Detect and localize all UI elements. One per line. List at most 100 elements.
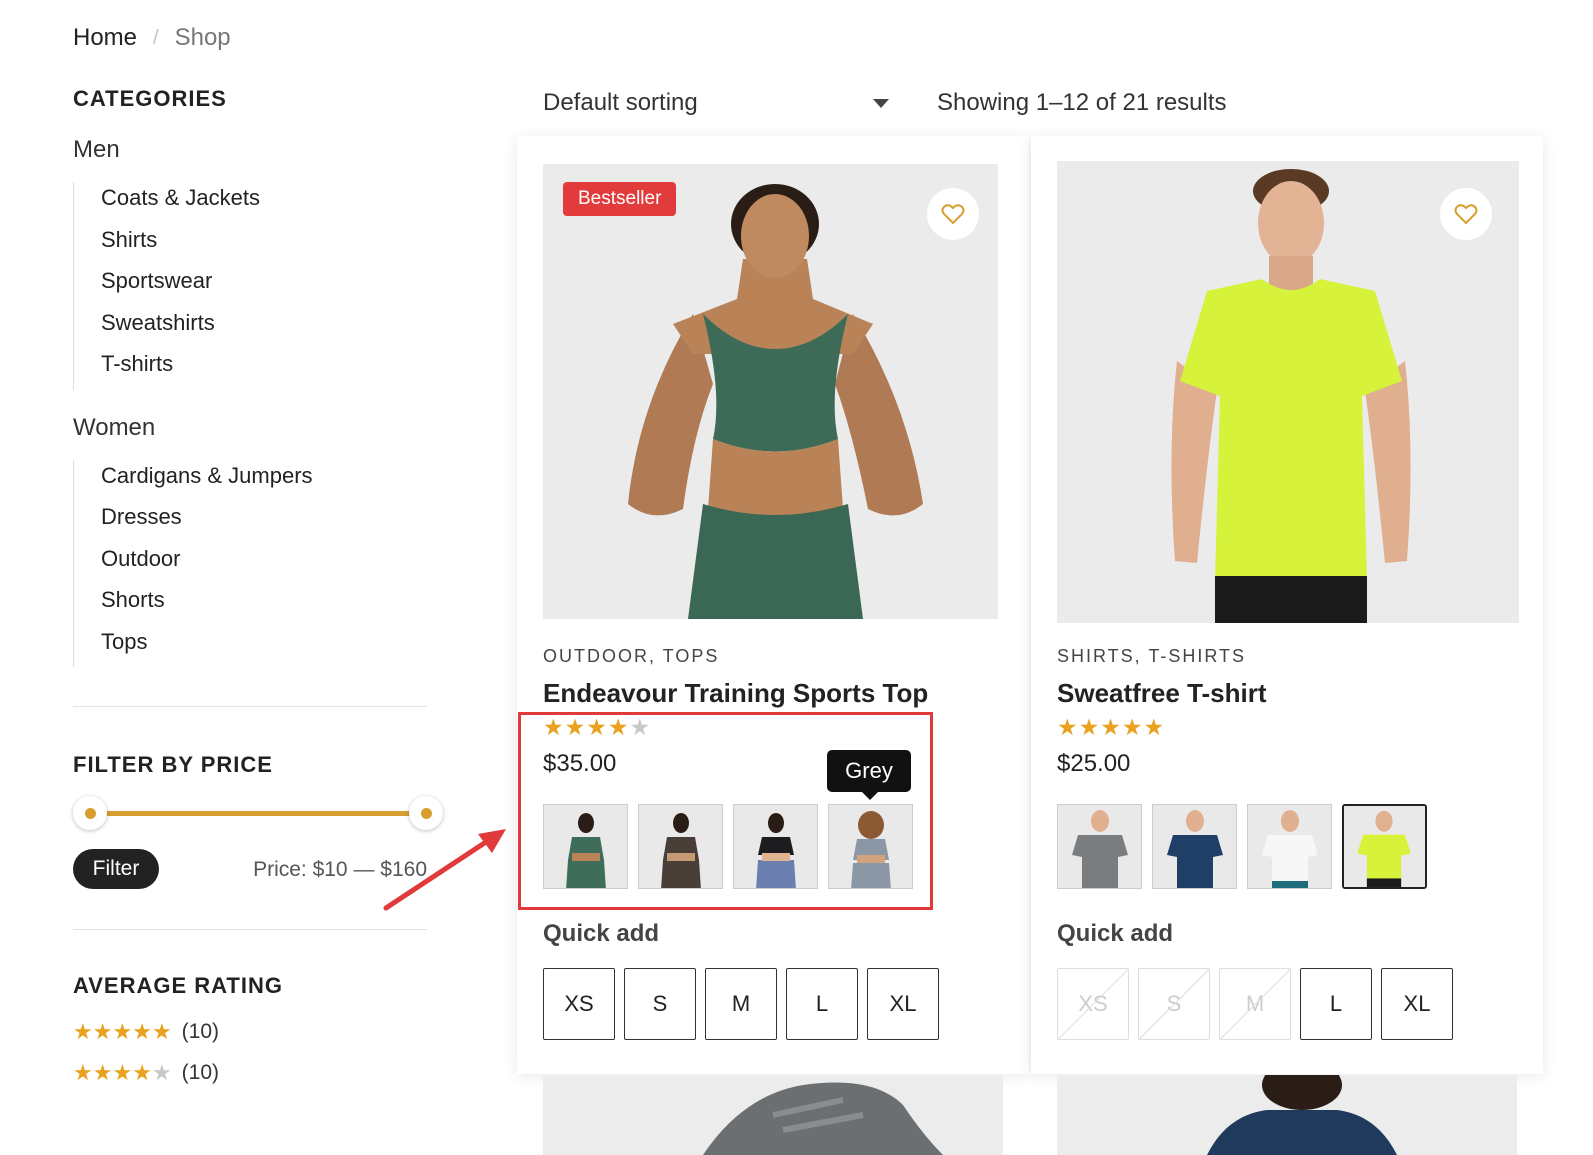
- category-t-shirts[interactable]: T-shirts: [101, 348, 433, 390]
- rating-count: (10): [181, 1060, 220, 1084]
- product-photo-sneaker: [543, 1075, 1003, 1155]
- size-m-button[interactable]: M: [705, 968, 777, 1040]
- category-women[interactable]: Women: [73, 414, 433, 442]
- price-min-handle[interactable]: [73, 796, 107, 830]
- product-image[interactable]: [543, 1075, 1003, 1155]
- swatch-tooltip: Grey: [827, 750, 911, 800]
- category-shirts[interactable]: Shirts: [101, 224, 433, 266]
- heart-icon: [941, 204, 965, 225]
- swatch-thumbnail: [1153, 805, 1236, 888]
- category-shorts[interactable]: Shorts: [101, 584, 433, 626]
- sorting-select[interactable]: Default sorting: [543, 86, 893, 120]
- category-outdoor[interactable]: Outdoor: [101, 543, 433, 585]
- heart-icon: [1454, 204, 1478, 225]
- color-swatch-navy[interactable]: [1152, 804, 1237, 889]
- breadcrumb-current: Shop: [174, 24, 231, 51]
- price-range-label: Price: $10 — $160: [253, 858, 427, 881]
- product-image[interactable]: [1057, 1075, 1517, 1155]
- category-coats-jackets[interactable]: Coats & Jackets: [101, 182, 433, 224]
- price-range-track[interactable]: [90, 811, 425, 816]
- wishlist-button[interactable]: [927, 188, 979, 240]
- product-image[interactable]: [543, 164, 998, 619]
- filter-button[interactable]: Filter: [73, 849, 159, 889]
- quick-add-label: Quick add: [543, 920, 660, 947]
- star-icon: ★: [564, 714, 587, 740]
- size-xl-button[interactable]: XL: [1381, 968, 1453, 1040]
- star-icon: ★: [1078, 714, 1101, 740]
- breadcrumb-separator: /: [153, 26, 159, 49]
- swatch-thumbnail: [1058, 805, 1141, 888]
- star-icon: ★: [1121, 714, 1144, 740]
- wishlist-button[interactable]: [1440, 188, 1492, 240]
- star-icon: ★: [586, 714, 608, 740]
- star-icon: ★: [543, 714, 565, 740]
- divider: [73, 706, 427, 707]
- breadcrumb: Home / Shop: [73, 24, 231, 52]
- category-men[interactable]: Men: [73, 136, 433, 164]
- men-subcategories: Coats & Jackets Shirts Sportswear Sweats…: [73, 182, 433, 390]
- chevron-down-icon: [873, 98, 889, 108]
- price-filter-title: FILTER BY PRICE: [73, 752, 273, 777]
- size-s-button[interactable]: S: [624, 968, 696, 1040]
- sorting-value: Default sorting: [543, 89, 698, 116]
- color-swatches: [543, 804, 913, 889]
- product-title[interactable]: Endeavour Training Sports Top: [543, 678, 928, 709]
- quick-add-label: Quick add: [1057, 920, 1174, 947]
- average-rating-widget: AVERAGE RATING ★★★★★ (10) ★★★★★ (10): [73, 928, 433, 1093]
- category-cardigans-jumpers[interactable]: Cardigans & Jumpers: [101, 460, 433, 502]
- product-price: $35.00: [543, 750, 617, 777]
- size-m-button: M: [1219, 968, 1291, 1040]
- star-rating-icon: ★★★★★: [73, 1059, 172, 1085]
- product-card: SHIRTS, T-SHIRTS Sweatfree T-shirt ★★★★★…: [1031, 136, 1543, 1074]
- sidebar-categories: CATEGORIES Men Coats & Jackets Shirts Sp…: [73, 86, 433, 675]
- category-sweatshirts[interactable]: Sweatshirts: [101, 307, 433, 349]
- swatch-thumbnail: [544, 805, 627, 888]
- swatch-thumbnail: [639, 805, 722, 888]
- price-max-handle[interactable]: [409, 796, 443, 830]
- swatch-thumbnail: [1248, 805, 1331, 888]
- size-l-button[interactable]: L: [786, 968, 858, 1040]
- category-sportswear[interactable]: Sportswear: [101, 265, 433, 307]
- color-swatch-white[interactable]: [1247, 804, 1332, 889]
- women-subcategories: Cardigans & Jumpers Dresses Outdoor Shor…: [73, 459, 433, 668]
- size-xl-button[interactable]: XL: [867, 968, 939, 1040]
- breadcrumb-home-link[interactable]: Home: [73, 24, 137, 52]
- color-swatch-grey[interactable]: [1057, 804, 1142, 889]
- swatch-thumbnail: [829, 805, 912, 888]
- product-photo-women-top: [1057, 1075, 1517, 1155]
- color-swatch-grey[interactable]: [828, 804, 913, 889]
- product-rating: ★★★★★: [543, 714, 651, 741]
- rating-filter-4-stars[interactable]: ★★★★★ (10): [73, 1052, 433, 1093]
- categories-title: CATEGORIES: [73, 86, 227, 111]
- star-icon: ★: [1100, 714, 1122, 740]
- size-l-button[interactable]: L: [1300, 968, 1372, 1040]
- category-tops[interactable]: Tops: [101, 626, 433, 668]
- swatch-thumbnail: [734, 805, 817, 888]
- category-dresses[interactable]: Dresses: [101, 501, 433, 543]
- product-categories[interactable]: SHIRTS, T-SHIRTS: [1057, 646, 1246, 667]
- size-s-button: S: [1138, 968, 1210, 1040]
- product-categories[interactable]: OUTDOOR, TOPS: [543, 646, 719, 667]
- size-xs-button[interactable]: XS: [543, 968, 615, 1040]
- size-options: XS S M L XL: [543, 968, 939, 1040]
- product-title[interactable]: Sweatfree T-shirt: [1057, 678, 1267, 709]
- rating-count: (10): [181, 1019, 220, 1043]
- product-rating: ★★★★★: [1057, 714, 1165, 741]
- result-count: Showing 1–12 of 21 results: [937, 89, 1227, 116]
- star-icon: ★: [1143, 714, 1166, 740]
- average-rating-title: AVERAGE RATING: [73, 973, 283, 998]
- color-swatch-lime[interactable]: [1342, 804, 1427, 889]
- color-swatches: [1057, 804, 1427, 889]
- star-rating-icon: ★★★★★: [73, 1018, 172, 1044]
- size-xs-button: XS: [1057, 968, 1129, 1040]
- size-options: XS S M L XL: [1057, 968, 1453, 1040]
- color-swatch-black[interactable]: [733, 804, 818, 889]
- star-icon: ★: [1057, 714, 1079, 740]
- star-icon: ★: [629, 714, 652, 740]
- rating-filter-5-stars[interactable]: ★★★★★ (10): [73, 1011, 433, 1052]
- color-swatch-brown[interactable]: [638, 804, 723, 889]
- price-filter-widget: FILTER BY PRICE Filter Price: $10 — $160: [73, 706, 443, 930]
- color-swatch-green[interactable]: [543, 804, 628, 889]
- swatch-thumbnail: [1344, 806, 1425, 887]
- bestseller-badge: Bestseller: [563, 182, 677, 216]
